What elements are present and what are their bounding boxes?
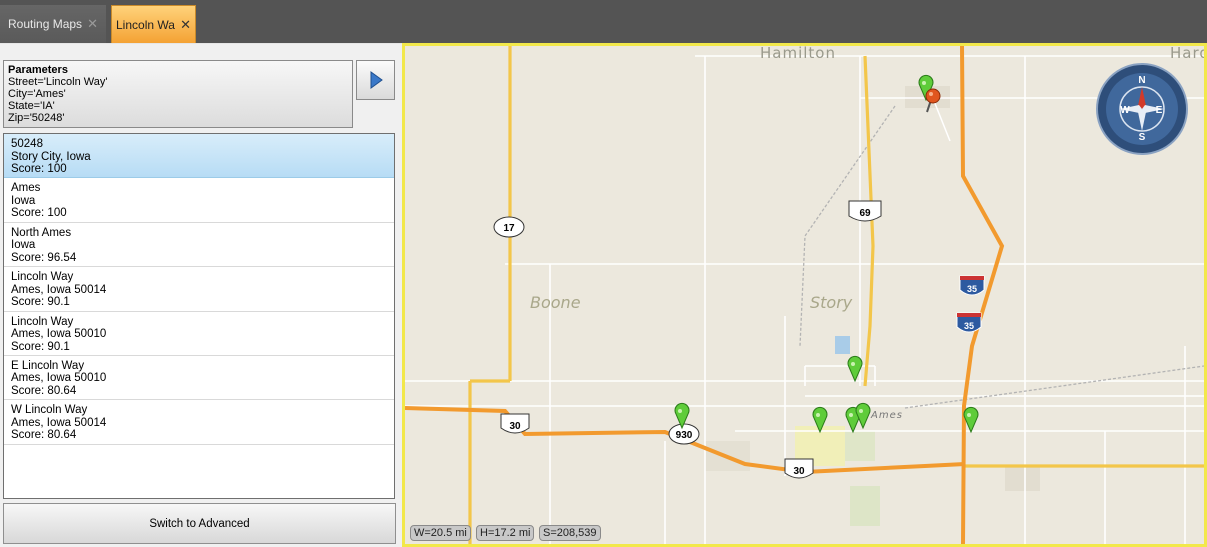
- svg-text:35: 35: [967, 284, 977, 294]
- route-shield-930: 930: [668, 423, 700, 445]
- selected-pushpin-icon[interactable]: [925, 88, 941, 113]
- result-score: Score: 80.64: [11, 384, 77, 397]
- results-list[interactable]: 50248 Story City, Iowa Score: 100 Ames I…: [3, 133, 395, 499]
- list-item[interactable]: Ames Iowa Score: 100: [4, 178, 394, 223]
- svg-text:35: 35: [964, 321, 974, 331]
- tab-label: Lincoln Wa: [116, 17, 175, 32]
- map-height-readout: H=17.2 mi: [476, 525, 535, 541]
- list-item[interactable]: E Lincoln Way Ames, Iowa 50010 Score: 80…: [4, 356, 394, 401]
- parameter-state: State='IA': [8, 100, 55, 112]
- parameter-zip: Zip='50248': [8, 112, 65, 124]
- result-location: Ames, Iowa 50014: [11, 283, 107, 296]
- list-item[interactable]: 50248 Story City, Iowa Score: 100: [4, 134, 394, 179]
- parameter-street: Street='Lincoln Way': [8, 76, 108, 88]
- place-label-hardin: Hard: [1170, 46, 1204, 62]
- result-score: Score: 90.1: [11, 296, 70, 309]
- compass-icon[interactable]: N E S W: [1096, 63, 1188, 155]
- result-name: W Lincoln Way: [11, 404, 88, 417]
- compass-south-label: S: [1139, 132, 1146, 143]
- result-score: Score: 100: [11, 163, 67, 175]
- tab-lincoln-way[interactable]: Lincoln Wa ✕: [111, 5, 196, 43]
- result-name: E Lincoln Way: [11, 359, 85, 372]
- svg-text:69: 69: [859, 208, 871, 219]
- result-score: Score: 96.54: [11, 251, 77, 264]
- map-width-readout: W=20.5 mi: [410, 525, 471, 541]
- railroad: [904, 365, 1204, 409]
- run-search-button[interactable]: [356, 60, 395, 100]
- urban-area: [1005, 466, 1040, 491]
- place-label-hamilton: Hamilton: [760, 46, 836, 62]
- result-name: Lincoln Way: [11, 271, 74, 284]
- result-pin-icon[interactable]: [963, 406, 979, 434]
- result-location: Story City, Iowa: [11, 150, 91, 163]
- tab-label: Routing Maps: [8, 17, 83, 31]
- parameters-title: Parameters: [8, 64, 68, 76]
- close-icon[interactable]: ✕: [87, 16, 98, 32]
- map-view[interactable]: Hamilton Hard Boone Story Ames 17 69 35 …: [402, 43, 1207, 547]
- result-pin-icon[interactable]: [855, 402, 871, 430]
- compass-north-label: N: [1138, 75, 1145, 86]
- list-item[interactable]: Lincoln Way Ames, Iowa 50010 Score: 90.1: [4, 312, 394, 356]
- parameter-city: City='Ames': [8, 88, 66, 100]
- tab-bar: Routing Maps ✕ Lincoln Wa ✕: [0, 0, 1207, 44]
- map-canvas[interactable]: Hamilton Hard Boone Story Ames 17 69 35 …: [405, 46, 1204, 544]
- park-area: [850, 486, 880, 526]
- result-score: Score: 100: [11, 207, 67, 220]
- list-item[interactable]: Lincoln Way Ames, Iowa 50014 Score: 90.1: [4, 267, 394, 312]
- result-location: Ames, Iowa 50010: [11, 328, 107, 341]
- route-shield-69: 69: [848, 200, 882, 222]
- result-score: Score: 80.64: [11, 429, 77, 442]
- result-name: Lincoln Way: [11, 315, 74, 328]
- parameters-panel: Parameters Street='Lincoln Way' City='Am…: [3, 60, 353, 128]
- result-name: Ames: [11, 182, 41, 195]
- result-location: Iowa: [11, 239, 36, 252]
- compass-east-label: E: [1156, 105, 1163, 116]
- play-arrow-icon: [370, 71, 383, 89]
- list-item[interactable]: North Ames Iowa Score: 96.54: [4, 223, 394, 268]
- lake: [835, 336, 850, 354]
- primary-highways: [405, 46, 1005, 544]
- place-label-boone: Boone: [530, 293, 581, 312]
- switch-to-advanced-button[interactable]: Switch to Advanced: [3, 503, 396, 544]
- close-icon[interactable]: ✕: [180, 17, 191, 33]
- result-location: Ames, Iowa 50010: [11, 372, 107, 385]
- place-label-story: Story: [810, 293, 853, 312]
- map-scale-readout: S=208,539: [539, 525, 601, 541]
- list-item[interactable]: W Lincoln Way Ames, Iowa 50014 Score: 80…: [4, 400, 394, 445]
- result-name: North Ames: [11, 226, 72, 239]
- interstate-shield-35: 35: [956, 312, 982, 333]
- svg-text:30: 30: [793, 466, 805, 477]
- svg-text:930: 930: [676, 430, 693, 441]
- svg-text:17: 17: [503, 223, 515, 234]
- interstate-shield-35: 35: [959, 275, 985, 296]
- result-score: Score: 90.1: [11, 340, 70, 353]
- compass-west-label: W: [1120, 105, 1130, 116]
- route-shield-30: 30: [500, 413, 530, 434]
- result-location: Ames, Iowa 50014: [11, 416, 107, 429]
- result-name: 50248: [11, 138, 43, 150]
- tab-routing-maps[interactable]: Routing Maps ✕: [0, 5, 106, 43]
- result-location: Iowa: [11, 194, 36, 207]
- svg-text:30: 30: [509, 421, 521, 432]
- route-shield-30: 30: [784, 458, 814, 479]
- route-shield-17: 17: [493, 216, 525, 238]
- place-label-ames: Ames: [870, 410, 903, 421]
- park-area: [845, 431, 875, 461]
